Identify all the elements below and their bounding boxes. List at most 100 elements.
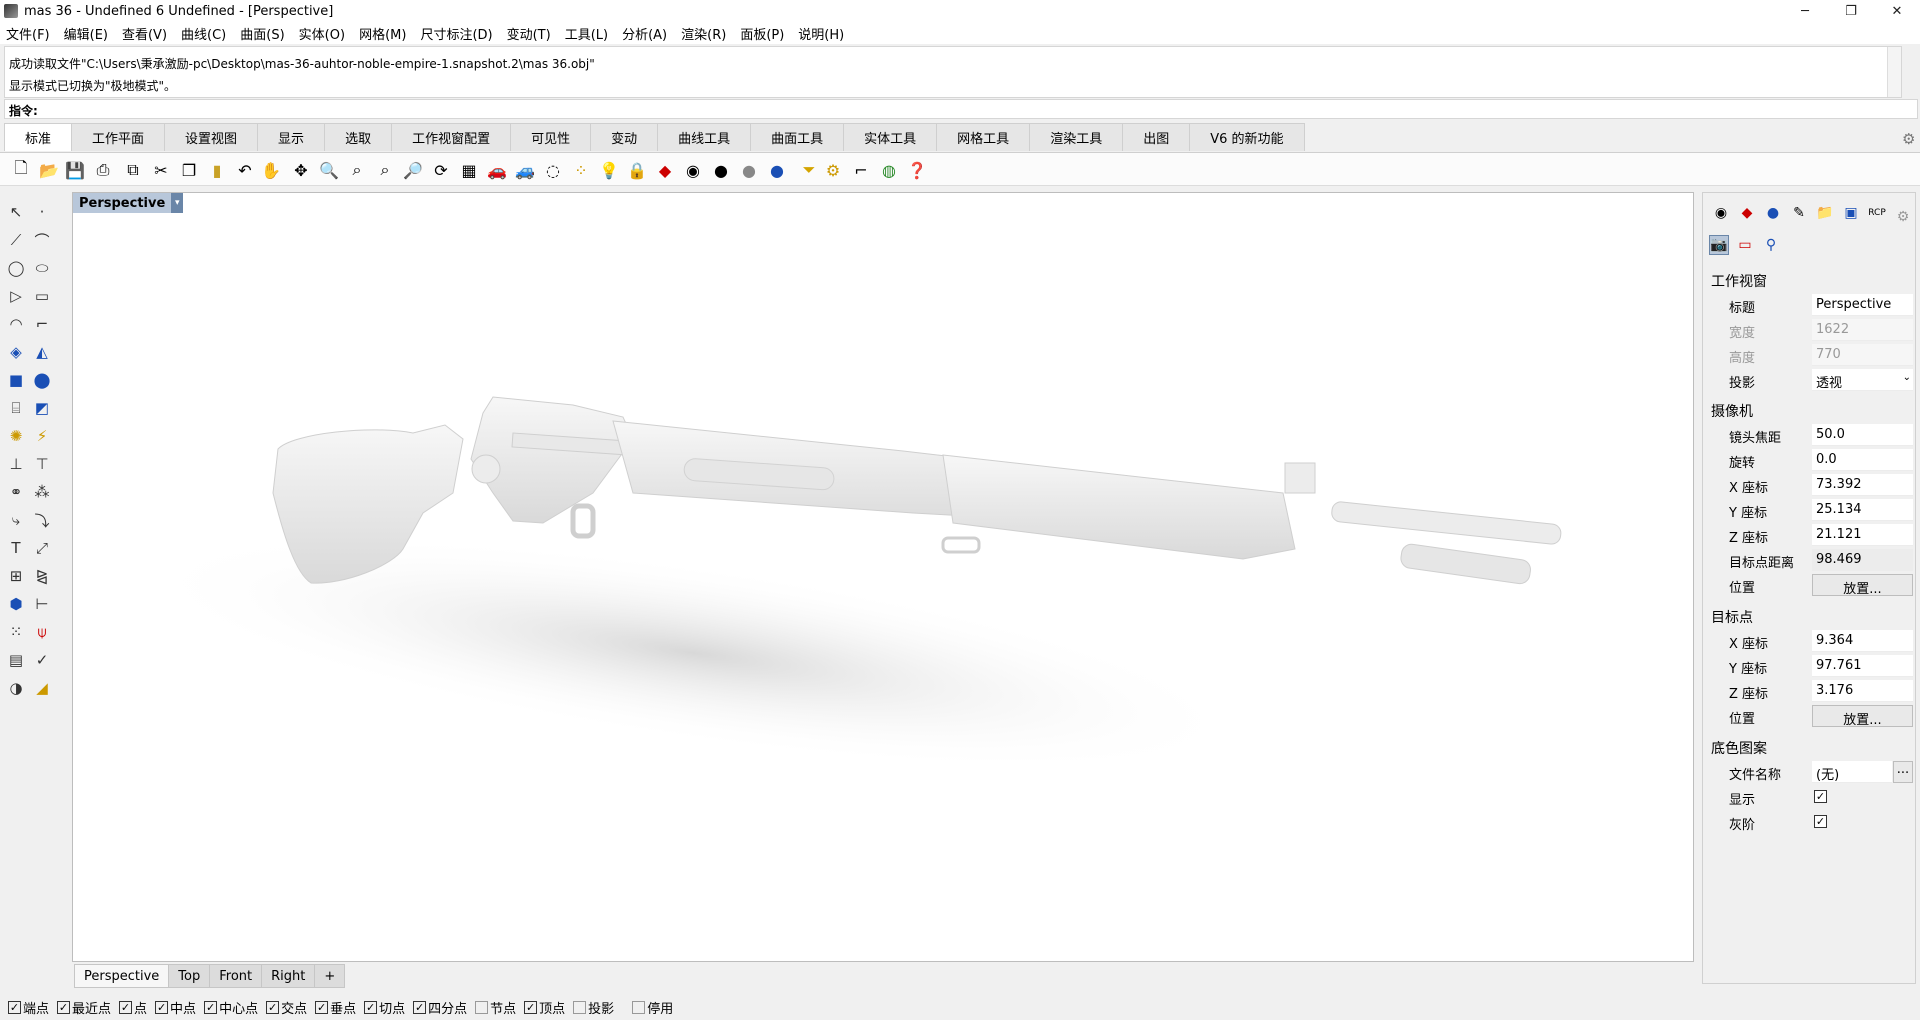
osnap-checkbox[interactable]: ✓ <box>119 1000 133 1014</box>
dimension-icon[interactable]: ⌐ <box>850 159 872 181</box>
rcp-icon[interactable]: RCP <box>1867 203 1887 223</box>
folder-icon[interactable]: 📁 <box>1815 203 1835 223</box>
grid-array-icon[interactable]: ⁙ <box>4 620 28 644</box>
osnap-4[interactable]: ✓ 中心点 <box>204 998 258 1017</box>
polygon-icon[interactable]: ▷ <box>4 284 28 308</box>
tab-perspective[interactable]: Perspective <box>74 964 170 988</box>
maximize-button[interactable]: ❐ <box>1828 0 1874 22</box>
globe-icon[interactable]: ◍ <box>878 159 900 181</box>
menu-help[interactable]: 说明(H) <box>798 24 844 43</box>
osnap-checkbox[interactable]: ✓ <box>364 1000 378 1014</box>
osnap-checkbox[interactable]: ✓ <box>315 1000 329 1014</box>
frame-icon[interactable]: ▭ <box>1735 235 1755 255</box>
target-place-button[interactable]: 放置... <box>1812 705 1913 728</box>
check-icon[interactable]: ✓ <box>30 648 54 672</box>
menu-curve[interactable]: 曲线(C) <box>181 24 226 43</box>
osnap-checkbox[interactable] <box>573 1000 587 1014</box>
filter-icon[interactable]: ⏷ <box>798 159 820 181</box>
tab-new-in-v6[interactable]: V6 的新功能 <box>1189 123 1305 151</box>
tab-mesh-tools[interactable]: 网格工具 <box>936 123 1031 151</box>
grayscale-checkbox[interactable]: ✓ <box>1814 815 1827 828</box>
shade-sphere-icon[interactable]: ● <box>738 159 760 181</box>
rectangle-icon[interactable]: ▭ <box>30 284 54 308</box>
title-field[interactable]: Perspective <box>1812 294 1913 316</box>
chevron-down-icon[interactable]: ▾ <box>171 193 184 213</box>
move-view-icon[interactable]: ✥ <box>290 159 312 181</box>
cylinder-icon[interactable]: ⌸ <box>4 396 28 420</box>
split-icon[interactable]: ⊥ <box>4 452 28 476</box>
tab-display[interactable]: 显示 <box>257 123 326 151</box>
save-icon[interactable]: 💾 <box>64 159 86 181</box>
circle-tool-icon[interactable]: ◯ <box>4 256 28 280</box>
curve-icon[interactable]: ⌒ <box>30 228 54 252</box>
circle-icon[interactable]: ◌ <box>542 159 564 181</box>
display-icon[interactable]: ◉ <box>1711 203 1731 223</box>
box-icon[interactable]: ■ <box>4 368 28 392</box>
mesh-icon[interactable]: ◩ <box>30 396 54 420</box>
grid-icon[interactable]: ▦ <box>458 159 480 181</box>
osnap-7[interactable]: ✓ 切点 <box>364 998 405 1017</box>
car-ghost-icon[interactable]: 🚙 <box>514 159 536 181</box>
rotate-view-icon[interactable]: ⟳ <box>430 159 452 181</box>
analyze-icon[interactable]: ⍦ <box>30 620 54 644</box>
camera-x-field[interactable]: 73.392 <box>1812 474 1913 496</box>
trim-icon[interactable]: ⚡ <box>30 424 54 448</box>
target-z-field[interactable]: 3.176 <box>1812 680 1913 702</box>
command-line[interactable]: 指令: <box>4 99 1918 119</box>
menu-dimension[interactable]: 尺寸标注(D) <box>420 24 492 43</box>
tab-front[interactable]: Front <box>209 964 263 988</box>
tab-drafting[interactable]: 出图 <box>1122 123 1191 151</box>
tab-viewport-layout[interactable]: 工作视窗配置 <box>391 123 512 151</box>
image-icon[interactable]: ▣ <box>1841 203 1861 223</box>
show-checkbox[interactable]: ✓ <box>1814 790 1827 803</box>
blue-sphere-icon[interactable]: ● <box>766 159 788 181</box>
polyline-icon[interactable]: ⟋ <box>4 228 28 252</box>
osnap-2[interactable]: ✓ 点 <box>119 998 147 1017</box>
osnap-checkbox[interactable]: ✓ <box>266 1000 280 1014</box>
filename-field[interactable]: (无) <box>1812 761 1892 783</box>
camera-y-field[interactable]: 25.134 <box>1812 499 1913 521</box>
lock-icon[interactable]: 🔒 <box>626 159 648 181</box>
perspective-viewport[interactable] <box>72 192 1694 962</box>
osnap-checkbox[interactable]: ✓ <box>204 1000 218 1014</box>
light-icon[interactable]: 💡 <box>598 159 620 181</box>
osnap-12[interactable]: 停用 <box>632 998 673 1017</box>
osnap-8[interactable]: ✓ 四分点 <box>413 998 467 1017</box>
dimension-tool-icon[interactable]: ⊢ <box>30 592 54 616</box>
boolean-icon[interactable]: ⚭ <box>4 480 28 504</box>
camera-z-field[interactable]: 21.121 <box>1812 524 1913 546</box>
material-icon[interactable]: ◆ <box>1737 203 1757 223</box>
open-icon[interactable]: 📂 <box>38 159 60 181</box>
osnap-0[interactable]: ✓ 端点 <box>8 998 49 1017</box>
import-icon[interactable]: ⧉ <box>122 159 144 181</box>
tab-set-view[interactable]: 设置视图 <box>164 123 259 151</box>
osnap-6[interactable]: ✓ 垂点 <box>315 998 356 1017</box>
gear-icon[interactable]: ⚙ <box>1893 207 1913 227</box>
surface-icon[interactable]: ◈ <box>4 340 28 364</box>
menu-panels[interactable]: 面板(P) <box>740 24 784 43</box>
point-icon[interactable]: · <box>30 200 54 224</box>
menu-edit[interactable]: 编辑(E) <box>64 24 108 43</box>
menu-transform[interactable]: 变动(T) <box>507 24 551 43</box>
extrude-icon[interactable]: ◭ <box>30 340 54 364</box>
osnap-3[interactable]: ✓ 中点 <box>155 998 196 1017</box>
scale-icon[interactable]: ⤢ <box>30 536 54 560</box>
menu-analyze[interactable]: 分析(A) <box>622 24 667 43</box>
osnap-checkbox[interactable]: ✓ <box>57 1000 71 1014</box>
join-icon[interactable]: ⊤ <box>30 452 54 476</box>
car-icon[interactable]: 🚗 <box>486 159 508 181</box>
tab-top[interactable]: Top <box>168 964 211 988</box>
points-icon[interactable]: ⁘ <box>570 159 592 181</box>
menu-tools[interactable]: 工具(L) <box>565 24 608 43</box>
help-icon[interactable]: ❓ <box>906 159 928 181</box>
array-icon[interactable]: ⊞ <box>4 564 28 588</box>
tab-cplanes[interactable]: 工作平面 <box>71 123 166 151</box>
add-viewport-icon[interactable]: + <box>314 964 346 988</box>
close-button[interactable]: ✕ <box>1874 0 1920 22</box>
osnap-checkbox[interactable]: ✓ <box>155 1000 169 1014</box>
tab-standard[interactable]: 标准 <box>4 123 73 151</box>
tab-surface-tools[interactable]: 曲面工具 <box>750 123 845 151</box>
tab-render-tools[interactable]: 渲染工具 <box>1029 123 1124 151</box>
copy-icon[interactable]: ❐ <box>178 159 200 181</box>
tab-solid-tools[interactable]: 实体工具 <box>843 123 938 151</box>
